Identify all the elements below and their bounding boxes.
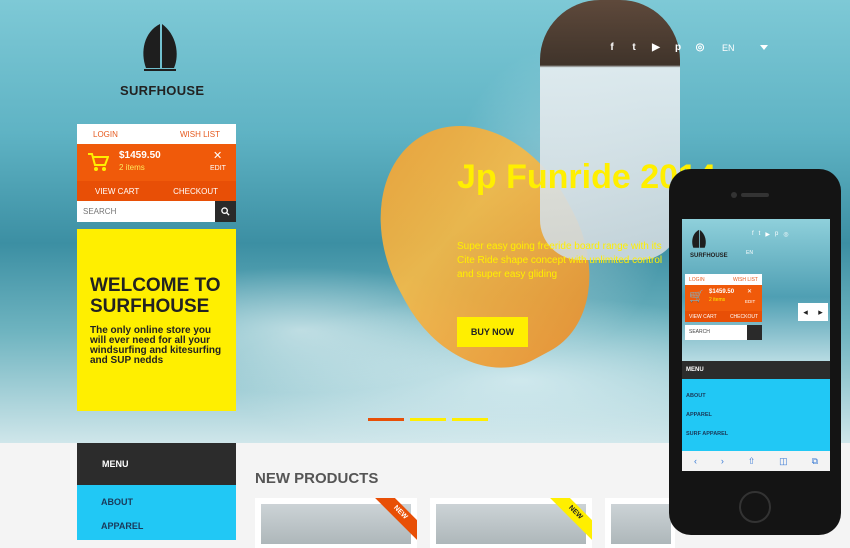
mobile-cart-widget[interactable]: 🛒 $1459.50 2 items ✕ EDIT [685, 285, 762, 311]
account-bar: LOGIN WISH LIST [77, 124, 236, 144]
cart-item-count: 2 items [709, 297, 726, 303]
product-card[interactable]: NEW [430, 498, 592, 548]
home-button[interactable] [739, 491, 771, 523]
chevron-down-icon[interactable] [760, 45, 768, 50]
welcome-panel: WELCOME TO SURFHOUSE The only online sto… [77, 229, 236, 411]
view-cart-link[interactable]: VIEW CART [95, 187, 139, 196]
search-icon [221, 207, 230, 216]
social-links: f t ▶ p ◎ [606, 42, 706, 54]
side-menu: ABOUT APPAREL [77, 485, 236, 540]
close-icon[interactable]: ✕ [747, 288, 752, 295]
product-card[interactable] [605, 498, 675, 548]
brand-logo[interactable]: SURFHOUSE [120, 22, 205, 98]
speaker-grille [741, 193, 769, 197]
search-input[interactable] [77, 201, 215, 222]
mobile-brand-logo[interactable]: SURFHOUSE [690, 229, 728, 259]
new-products-title: NEW PRODUCTS [255, 470, 379, 487]
view-cart-link[interactable]: VIEW CART [689, 314, 717, 320]
slider-arrows: ◂ ▸ [798, 303, 828, 321]
twitter-icon[interactable]: t [759, 231, 761, 238]
new-badge-label: NEW [375, 498, 417, 540]
cart-actions: VIEW CART CHECKOUT [77, 181, 236, 201]
new-badge: NEW [550, 498, 592, 540]
mobile-language-selector[interactable]: EN [746, 250, 753, 256]
arrow-right-icon[interactable]: ▸ [818, 307, 823, 318]
brand-name: SURFHOUSE [120, 83, 205, 98]
sail-logo-icon [692, 229, 706, 248]
share-icon[interactable]: ⇧ [748, 456, 756, 467]
arrow-left-icon[interactable]: ◂ [803, 307, 808, 318]
mobile-brand-name: SURFHOUSE [690, 253, 728, 259]
checkout-link[interactable]: CHECKOUT [173, 187, 218, 196]
new-badge: NEW [375, 498, 417, 540]
buy-now-button[interactable]: BUY NOW [457, 317, 528, 347]
menu-item-surf-apparel[interactable]: SURF APPAREL [686, 431, 830, 437]
wishlist-link[interactable]: WISH LIST [733, 277, 758, 283]
menu-item-about[interactable]: ABOUT [101, 497, 236, 507]
mobile-social-links: f t ▶ p ◎ [752, 231, 789, 238]
forward-icon[interactable]: › [721, 456, 724, 466]
youtube-icon[interactable]: ▶ [765, 231, 770, 238]
slider-indicators [368, 418, 488, 421]
slider-dot[interactable] [410, 418, 446, 421]
new-badge-label: NEW [550, 498, 592, 540]
cart-total: $1459.50 [709, 289, 735, 295]
cart-edit-link[interactable]: EDIT [745, 299, 755, 304]
welcome-text: The only online store you will ever need… [90, 325, 222, 366]
facebook-icon[interactable]: f [606, 42, 618, 54]
instagram-icon[interactable]: ◎ [783, 231, 788, 238]
mobile-menu-header[interactable]: MENU [682, 361, 830, 379]
mobile-menu: ABOUT APPAREL SURF APPAREL [682, 379, 830, 451]
product-card[interactable]: NEW [255, 498, 417, 548]
language-selector[interactable]: EN [722, 43, 735, 53]
product-image [611, 504, 671, 544]
mobile-search-input[interactable]: SEARCH [685, 325, 747, 340]
menu-header[interactable]: MENU [77, 443, 236, 485]
browser-toolbar: ‹ › ⇧ ◫ ⧉ [682, 451, 830, 471]
search-icon[interactable] [747, 325, 762, 340]
sail-logo-icon [143, 24, 177, 71]
phone-mockup: SURFHOUSE f t ▶ p ◎ EN LOGIN WISH LIST 🛒… [669, 169, 841, 535]
cart-item-count: 2 items [119, 163, 145, 172]
login-link[interactable]: LOGIN [689, 277, 705, 283]
tabs-icon[interactable]: ⧉ [812, 456, 818, 467]
mobile-cart-actions: VIEW CART CHECKOUT [685, 311, 762, 322]
back-icon[interactable]: ‹ [694, 456, 697, 466]
pinterest-icon[interactable]: p [672, 42, 684, 54]
search-button[interactable] [215, 201, 236, 222]
shopping-cart-icon: 🛒 [689, 289, 704, 303]
instagram-icon[interactable]: ◎ [694, 42, 706, 54]
phone-screen: SURFHOUSE f t ▶ p ◎ EN LOGIN WISH LIST 🛒… [682, 219, 830, 471]
menu-item-apparel[interactable]: APPAREL [686, 412, 830, 418]
search-bar [77, 201, 236, 222]
youtube-icon[interactable]: ▶ [650, 42, 662, 54]
menu-item-about[interactable]: ABOUT [686, 393, 830, 399]
slider-dot[interactable] [452, 418, 488, 421]
cart-edit-link[interactable]: EDIT [210, 165, 226, 172]
cart-widget[interactable]: $1459.50 2 items ✕ EDIT [77, 144, 236, 181]
menu-item-apparel[interactable]: APPAREL [101, 521, 236, 531]
facebook-icon[interactable]: f [752, 231, 754, 238]
mobile-search-bar[interactable]: SEARCH [685, 325, 762, 340]
cart-total: $1459.50 [119, 150, 161, 161]
close-icon[interactable]: ✕ [213, 149, 222, 162]
welcome-title: WELCOME TO SURFHOUSE [90, 275, 221, 317]
surfer-image [540, 0, 680, 260]
slider-dot[interactable] [368, 418, 404, 421]
mobile-account-bar: LOGIN WISH LIST [685, 274, 762, 285]
slide-description: Super easy going freeride board range wi… [457, 241, 663, 280]
checkout-link[interactable]: CHECKOUT [730, 314, 758, 320]
bookmarks-icon[interactable]: ◫ [779, 456, 788, 467]
wishlist-link[interactable]: WISH LIST [180, 130, 220, 139]
camera-icon [731, 192, 737, 198]
shopping-cart-icon [88, 153, 109, 171]
twitter-icon[interactable]: t [628, 42, 640, 54]
login-link[interactable]: LOGIN [93, 130, 118, 139]
pinterest-icon[interactable]: p [775, 231, 778, 238]
